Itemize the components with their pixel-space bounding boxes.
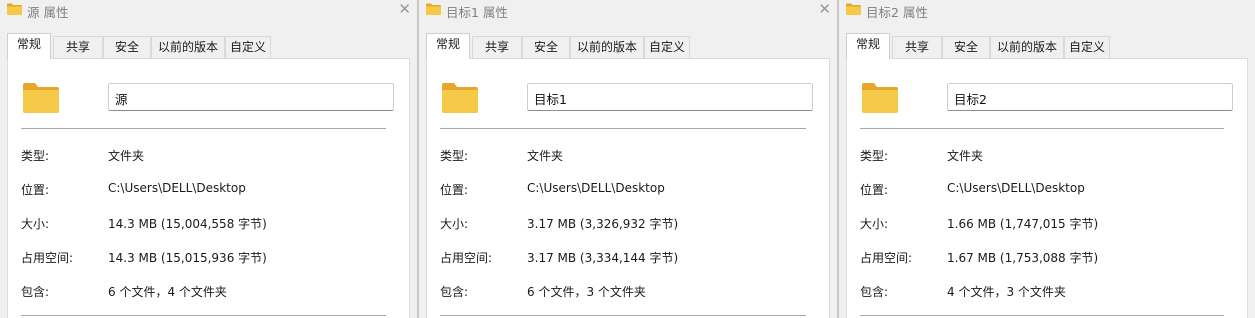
tab-previous-versions[interactable]: 以前的版本 [570,36,644,58]
size-value: 1.66 MB (1,747,015 字节) [947,217,1099,231]
size-label: 大小: [860,217,889,231]
close-icon[interactable]: ✕ [398,0,411,18]
tab-previous-versions[interactable]: 以前的版本 [151,36,225,58]
tab-sharing[interactable]: 共享 [892,36,942,58]
size-on-disk-label: 占用空间: [21,251,74,265]
contains-value: 6 个文件，4 个文件夹 [108,285,227,299]
tab-security[interactable]: 安全 [103,36,151,58]
tab-customize[interactable]: 自定义 [644,36,690,58]
folder-name-input[interactable]: 源 [108,83,394,111]
folder-name-input[interactable]: 目标2 [947,83,1233,111]
type-label: 类型: [440,149,469,163]
properties-window-source: 源 属性 ✕ 常规 共享 安全 以前的版本 自定义 源 类型: 文件夹 位置: … [0,0,418,318]
divider [21,315,386,316]
tab-security[interactable]: 安全 [522,36,570,58]
folder-large-icon [862,83,898,113]
divider [440,128,806,129]
folder-icon [7,3,22,15]
tab-general[interactable]: 常规 [846,33,890,59]
tab-customize[interactable]: 自定义 [225,36,271,58]
title-bar[interactable]: 目标2 属性 [839,0,1255,20]
tab-customize[interactable]: 自定义 [1064,36,1110,58]
folder-large-icon [442,83,478,113]
tab-general[interactable]: 常规 [7,33,51,59]
tab-sharing[interactable]: 共享 [53,36,103,58]
contains-value: 6 个文件，3 个文件夹 [527,285,646,299]
window-title: 源 属性 [27,5,69,20]
contains-label: 包含: [21,285,50,299]
properties-window-target1: 目标1 属性 ✕ 常规 共享 安全 以前的版本 自定义 目标1 类型: 文件夹 … [418,0,838,318]
tab-previous-versions[interactable]: 以前的版本 [990,36,1064,58]
location-label: 位置: [21,183,50,197]
divider [860,315,1224,316]
location-value: C:\Users\DELL\Desktop [527,181,665,195]
folder-icon [846,3,861,15]
close-icon[interactable]: ✕ [818,0,831,18]
folder-icon [426,3,441,15]
properties-window-target2: 目标2 属性 常规 共享 安全 以前的版本 自定义 目标2 类型: 文件夹 位置… [838,0,1255,318]
size-label: 大小: [440,217,469,231]
location-value: C:\Users\DELL\Desktop [947,181,1085,195]
folder-large-icon [23,83,59,113]
size-on-disk-value: 3.17 MB (3,334,144 字节) [527,251,679,265]
divider [21,128,386,129]
location-label: 位置: [860,183,889,197]
tab-sharing[interactable]: 共享 [472,36,522,58]
type-label: 类型: [21,149,50,163]
general-panel: 目标2 类型: 文件夹 位置: C:\Users\DELL\Desktop 大小… [846,58,1248,318]
general-panel: 目标1 类型: 文件夹 位置: C:\Users\DELL\Desktop 大小… [426,58,830,318]
location-value: C:\Users\DELL\Desktop [108,181,246,195]
title-bar[interactable]: 目标1 属性 ✕ [419,0,837,20]
contains-value: 4 个文件，3 个文件夹 [947,285,1066,299]
size-value: 3.17 MB (3,326,932 字节) [527,217,679,231]
window-title: 目标1 属性 [446,5,508,20]
tab-security[interactable]: 安全 [942,36,990,58]
type-label: 类型: [860,149,889,163]
folder-name-input[interactable]: 目标1 [527,83,813,111]
type-value: 文件夹 [527,149,564,163]
contains-label: 包含: [440,285,469,299]
size-label: 大小: [21,217,50,231]
size-on-disk-value: 1.67 MB (1,753,088 字节) [947,251,1099,265]
contains-label: 包含: [860,285,889,299]
type-value: 文件夹 [108,149,145,163]
divider [860,128,1224,129]
tab-general[interactable]: 常规 [426,33,470,59]
size-value: 14.3 MB (15,004,558 字节) [108,217,267,231]
location-label: 位置: [440,183,469,197]
size-on-disk-label: 占用空间: [860,251,913,265]
size-on-disk-value: 14.3 MB (15,015,936 字节) [108,251,267,265]
title-bar[interactable]: 源 属性 ✕ [0,0,417,20]
window-title: 目标2 属性 [866,5,928,20]
divider [440,315,806,316]
general-panel: 源 类型: 文件夹 位置: C:\Users\DELL\Desktop 大小: … [7,58,410,318]
type-value: 文件夹 [947,149,984,163]
size-on-disk-label: 占用空间: [440,251,493,265]
